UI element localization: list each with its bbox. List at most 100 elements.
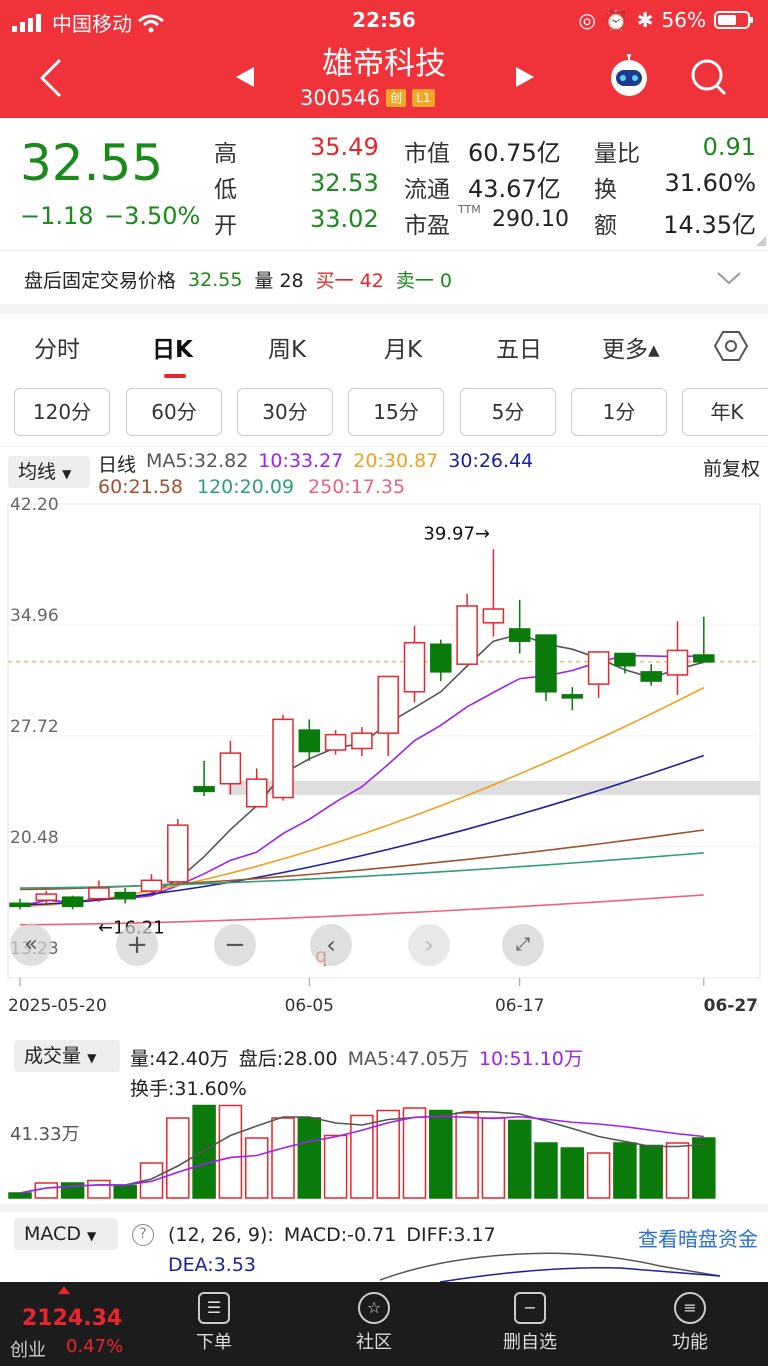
candle-body [482,608,505,624]
candle-body [640,671,662,682]
candle-body [193,786,215,793]
search-icon[interactable] [690,58,728,98]
price-adjust-button[interactable]: 前复权 [703,454,760,481]
fullscreen-icon[interactable]: ⤢ [502,924,544,966]
volume-bar [586,1152,611,1199]
settings-icon[interactable] [714,330,748,362]
ma-legend-row-1: 日线 MA5:32.82 10:33.27 20:30.87 30:26.44 [98,450,533,477]
volume-axis-label: 41.33万 [10,1124,80,1145]
pe-ttm-tag: TTM [458,203,481,216]
y-tick-label: 27.72 [10,717,59,737]
pe-label: 市盈 [404,213,450,239]
tab-more[interactable]: 更多▴ [602,330,660,364]
candle-body [298,729,321,753]
zoom-out-icon[interactable]: − [214,924,256,966]
nav-functions[interactable]: ≡ 功能 [640,1292,740,1354]
ma-legend-row-2: 60:21.58 120:20.09 250:17.35 [98,476,405,498]
community-icon: ☆ [358,1292,390,1324]
order-icon: ☰ [198,1292,230,1324]
support-zone-band [228,780,760,795]
step-right-icon[interactable]: › [408,924,450,966]
low-label: 低 [214,177,237,203]
scroll-left-icon[interactable]: « [10,924,52,966]
volume-chart[interactable] [0,1080,768,1202]
active-tab-indicator [164,374,186,378]
ma20-label: 20:30.87 [353,450,439,472]
period-high-label: 39.97→ [423,523,490,544]
x-tick-label: 2025-05-20 [8,996,107,1016]
help-icon[interactable]: ? [132,1224,154,1246]
candle-body [88,887,110,900]
volume-ma10: 10:51.10万 [478,1048,583,1070]
period-5min[interactable]: 5分 [460,388,556,436]
volume-bar [218,1104,243,1199]
y-tick-label: 42.20 [10,496,59,515]
stock-code: 300546 [300,86,381,110]
status-bar-right: ◎ ⏰ ✱ 56% [578,8,754,32]
remove-watchlist-icon: − [514,1292,546,1324]
board-tag: 创 [386,89,407,107]
divider [0,250,768,251]
ma-mode-select[interactable]: 均线 ▼ [8,456,90,488]
amount-label: 额 [594,213,617,239]
float-value: 43.67亿 [468,175,561,203]
tab-weekly-k[interactable]: 周K [268,330,306,364]
period-15min[interactable]: 15分 [348,388,444,436]
ma60-label: 60:21.58 [98,476,183,498]
nav-order[interactable]: ☰ 下单 [164,1292,264,1354]
period-60min[interactable]: 60分 [126,388,222,436]
period-1min[interactable]: 1分 [571,388,667,436]
volume-indicator-select[interactable]: 成交量 ▼ [14,1040,120,1072]
chevron-down-icon[interactable] [716,270,742,286]
period-120min[interactable]: 120分 [14,388,110,436]
tab-monthly-k[interactable]: 月K [384,330,422,364]
volume-bar [34,1182,59,1199]
after-hours-row: 盘后固定交易价格 32.55 量 28 买一 42 卖一 0 [24,266,452,293]
nav-remove-watchlist[interactable]: − 删自选 [480,1292,580,1354]
tab-daily-k[interactable]: 日K [152,330,193,364]
ma10-label: 10:33.27 [258,450,344,472]
period-yearly[interactable]: 年K [682,388,768,436]
candle-body [245,778,268,808]
x-tick-label: 06-17 [495,996,544,1016]
candle-body [272,718,294,799]
period-30min[interactable]: 30分 [237,388,333,436]
divider [0,446,768,447]
mcap-label: 市值 [404,141,450,167]
dropdown-arrow-icon: ▼ [87,1051,97,1065]
app-header: 中国移动 22:56 ◎ ⏰ ✱ 56% 雄帝科技 300546 创 L1 [0,0,768,118]
tab-five-day[interactable]: 五日 [496,330,542,364]
robot-assistant-icon[interactable] [606,54,652,98]
macd-label: MACD [24,1223,81,1245]
macd-params: (12, 26, 9): [168,1224,274,1246]
volume-bar [455,1112,479,1199]
volume-legend: 量:42.40万 盘后:28.00 MA5:47.05万 10:51.10万 [130,1044,583,1071]
x-tick-label: 06-27 [704,996,758,1016]
ma250-label: 250:17.35 [308,476,406,498]
pe-value: 290.10 [492,207,569,232]
stock-name: 雄帝科技 [322,46,446,82]
tab-intraday[interactable]: 分时 [34,330,80,364]
index-value[interactable]: 2124.34 [22,1306,122,1331]
x-tick-label: 06-05 [285,996,334,1016]
mcap-value: 60.75亿 [468,139,561,167]
volume-value: 量:42.40万 [130,1048,229,1070]
nav-community[interactable]: ☆ 社区 [324,1292,424,1354]
dropdown-arrow-icon: ▼ [62,467,72,481]
volume-ma5: MA5:47.05万 [347,1048,469,1070]
volume-bar [639,1144,663,1199]
high-value: 35.49 [310,133,379,161]
open-label: 开 [214,213,237,239]
after-hours-bid: 买一 42 [315,270,384,292]
step-left-icon[interactable]: ‹ [310,924,352,966]
candle-body [508,628,531,642]
price-change: −1.18 [20,202,94,230]
volume-bar [376,1109,400,1199]
next-stock-icon[interactable] [514,66,536,88]
volume-bar [87,1179,111,1199]
after-hours-label: 盘后固定交易价格 [24,270,177,292]
volume-label: 成交量 [24,1045,82,1067]
volume-bar [244,1137,269,1199]
zoom-in-icon[interactable]: + [116,924,158,966]
after-hours-volume: 量 28 [254,270,304,292]
